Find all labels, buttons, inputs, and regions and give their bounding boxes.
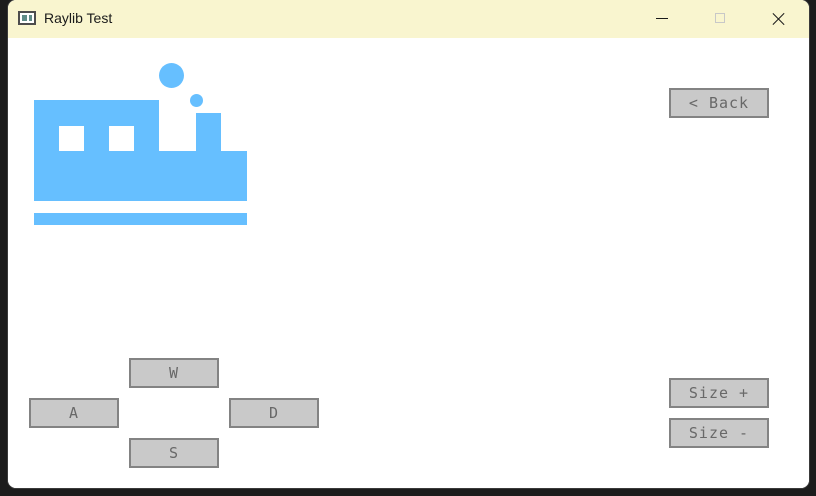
app-icon [18, 11, 36, 25]
window-title: Raylib Test [44, 10, 113, 26]
ship-waterline [34, 213, 247, 225]
close-icon [772, 12, 786, 26]
d-button[interactable]: D [229, 398, 319, 428]
a-button[interactable]: A [29, 398, 119, 428]
ship-window-right [109, 126, 134, 151]
size-decrease-button[interactable]: Size - [669, 418, 769, 448]
maximize-icon [715, 13, 725, 23]
w-button[interactable]: W [129, 358, 219, 388]
game-canvas[interactable]: < Back W A D S Size + Size - [8, 38, 809, 488]
smoke-bubble-large [159, 63, 184, 88]
ship-window-left [59, 126, 84, 151]
maximize-button[interactable] [697, 0, 743, 38]
ship-hull [34, 151, 247, 201]
close-button[interactable] [755, 0, 801, 38]
s-button[interactable]: S [129, 438, 219, 468]
title-bar[interactable]: Raylib Test [8, 0, 809, 38]
back-button[interactable]: < Back [669, 88, 769, 118]
app-window: Raylib Test < Back W A D S Size + Size - [8, 0, 809, 488]
minimize-icon [656, 18, 668, 19]
smoke-bubble-small [190, 94, 203, 107]
minimize-button[interactable] [639, 0, 685, 38]
size-increase-button[interactable]: Size + [669, 378, 769, 408]
ship-chimney [196, 113, 221, 153]
